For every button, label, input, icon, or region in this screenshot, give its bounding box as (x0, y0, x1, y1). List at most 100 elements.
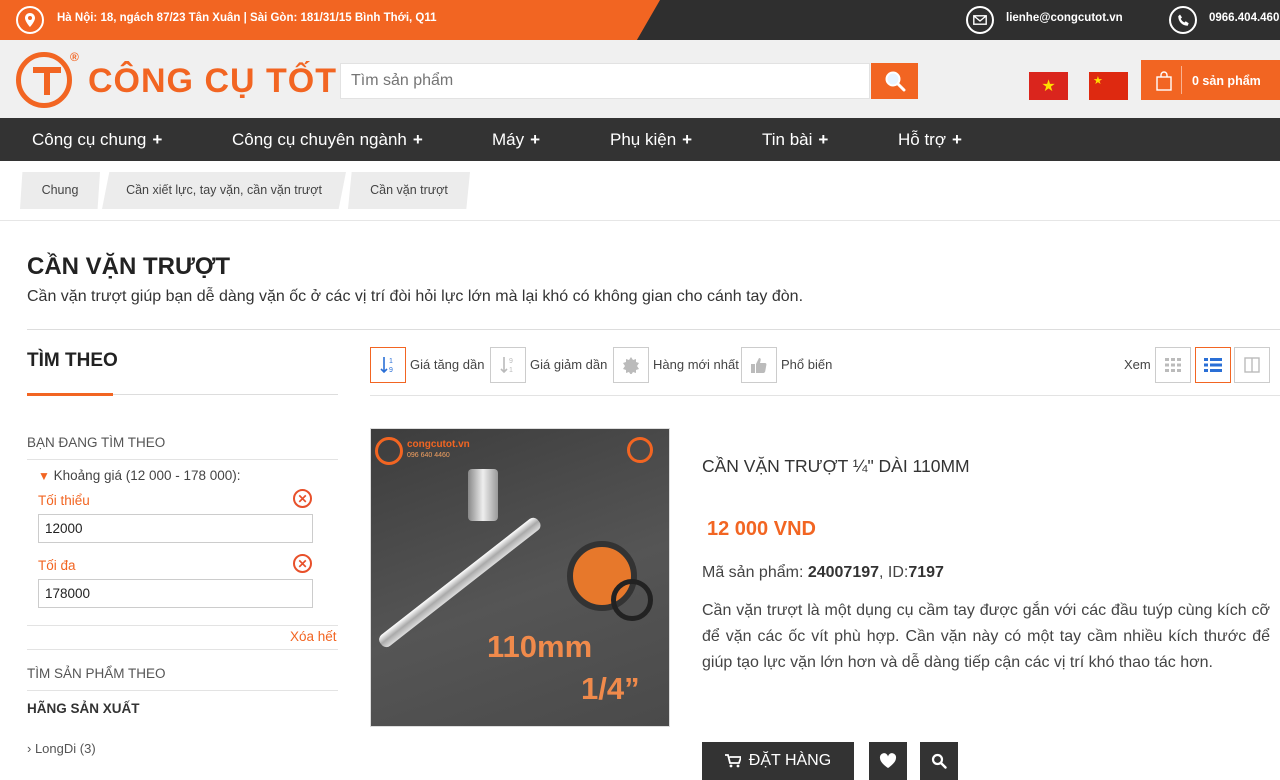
breadcrumb-item[interactable]: Cần vặn trượt (348, 172, 470, 209)
search-input[interactable] (340, 63, 870, 99)
divider (27, 649, 338, 650)
email-link[interactable]: lienhe@congcutot.vn (1006, 12, 1123, 24)
product-image[interactable]: congcutot.vn 096 640 4460 110mm 1/4” (370, 428, 670, 727)
divider (27, 329, 1280, 330)
order-button[interactable]: ĐẶT HÀNG (702, 742, 854, 780)
max-price-input[interactable] (38, 579, 313, 608)
clear-all-link[interactable]: Xóa hết (290, 629, 337, 644)
cart-count: 0 sản phẩm (1192, 74, 1261, 88)
price-filter-text: Khoảng giá (12 000 - 178 000): (53, 468, 241, 483)
location-icon (16, 6, 44, 34)
brand-heading: HÃNG SẢN XUẤT (27, 701, 140, 716)
header: ® CÔNG CỤ TỐT ★ ★ 0 sản phẩm (0, 40, 1280, 118)
nav-item-label: Công cụ chung (32, 130, 147, 149)
nav-item-phu-kien[interactable]: Phụ kiện + (610, 130, 692, 150)
sort-asc-button[interactable]: 19 (370, 347, 406, 383)
thumbs-up-icon (751, 358, 767, 373)
heart-icon (879, 753, 897, 768)
watermark-logo-icon (627, 437, 653, 463)
min-price-label: Tối thiểu (38, 493, 90, 508)
view-list-button[interactable] (1195, 347, 1231, 383)
svg-text:9: 9 (389, 367, 393, 374)
plus-icon: + (682, 130, 693, 149)
image-length-text: 110mm (487, 629, 593, 664)
nav-item-label: Tin bài (762, 130, 813, 149)
logo-icon[interactable] (16, 52, 72, 108)
nav-item-tin-bai[interactable]: Tin bài + (762, 130, 828, 150)
chinese-flag-icon[interactable]: ★ (1089, 72, 1128, 100)
product-code: Mã sản phẩm: 24007197, ID:7197 (702, 564, 944, 582)
shopping-bag-icon (1150, 68, 1178, 94)
logo-text[interactable]: CÔNG CỤ TỐT (88, 62, 337, 101)
product-description: Cần vặn trượt là một dụng cụ cầm tay đượ… (702, 602, 1270, 671)
product-name[interactable]: CẦN VẶN TRƯỢT ¼" DÀI 110MM (702, 456, 970, 477)
product-price: 12 000 VND (707, 518, 816, 540)
phone-link[interactable]: 0966.404.460 (1209, 12, 1279, 24)
divider-accent (27, 393, 113, 396)
sort-asc-icon: 19 (380, 357, 393, 374)
keyring-shape (611, 579, 653, 621)
plus-icon: + (818, 130, 829, 149)
new-badge-icon (623, 357, 639, 374)
image-site-text: congcutot.vn (407, 439, 470, 450)
grid-view-icon (1165, 358, 1181, 372)
nav-item-cong-cu-chung[interactable]: Công cụ chung + (32, 130, 162, 150)
search-button[interactable] (871, 63, 918, 99)
nav-item-label: Hỗ trợ (898, 130, 946, 149)
find-by-heading: TÌM SẢN PHẨM THEO (27, 666, 166, 681)
nav-item-label: Phụ kiện (610, 130, 677, 149)
sort-newest-label[interactable]: Hàng mới nhất (653, 357, 739, 372)
search-icon (885, 71, 905, 92)
sidebar-title: TÌM THEO (27, 350, 118, 371)
filter-icon: ▼ (38, 469, 50, 483)
nav-item-cong-cu-chuyen-nganh[interactable]: Công cụ chuyên ngành + (232, 130, 423, 150)
image-size-text: 1/4” (581, 671, 640, 706)
sort-newest-button[interactable] (613, 347, 649, 383)
breadcrumb-item[interactable]: Cần xiết lực, tay vặn, cần vặn trượt (102, 172, 346, 209)
svg-text:1: 1 (509, 367, 513, 374)
sort-popular-label[interactable]: Phổ biến (781, 357, 832, 372)
svg-text:9: 9 (509, 358, 513, 365)
mail-icon (966, 6, 994, 34)
image-hotline-text: 096 640 4460 (407, 452, 450, 459)
current-filters-heading: BẠN ĐANG TÌM THEO (27, 435, 166, 450)
watermark-logo-icon (375, 437, 403, 465)
page-title: CẦN VẶN TRƯỢT (27, 253, 231, 280)
store-address: Hà Nội: 18, ngách 87/23 Tân Xuân | Sài G… (57, 12, 437, 24)
wishlist-button[interactable] (869, 742, 907, 780)
divider (370, 395, 1280, 396)
nav-item-ho-tro[interactable]: Hỗ trợ + (898, 130, 962, 150)
plus-icon: + (952, 130, 962, 149)
svg-text:1: 1 (389, 358, 393, 365)
cart-button[interactable]: 0 sản phẩm (1141, 60, 1280, 100)
divider (27, 459, 338, 460)
min-price-input[interactable] (38, 514, 313, 543)
cart-icon (724, 754, 741, 768)
brand-filter-item[interactable]: › LongDi (3) (27, 741, 96, 756)
product-id-label: , ID: (879, 564, 909, 581)
breadcrumb-item[interactable]: Chung (20, 172, 100, 209)
plus-icon: + (152, 130, 163, 149)
plus-icon: + (412, 130, 423, 149)
nav-item-may[interactable]: Máy + (492, 130, 540, 150)
nav-item-label: Máy (492, 130, 525, 149)
sort-desc-label[interactable]: Giá giảm dần (530, 357, 607, 372)
plus-icon: + (530, 130, 541, 149)
product-code-label: Mã sản phẩm: (702, 564, 808, 581)
order-button-label: ĐẶT HÀNG (748, 752, 832, 769)
view-label: Xem (1124, 357, 1151, 372)
view-column-button[interactable] (1234, 347, 1270, 383)
list-view-icon (1204, 358, 1222, 372)
logo-registered-mark: ® (70, 50, 79, 64)
sort-desc-icon: 91 (500, 357, 513, 374)
sort-popular-button[interactable] (741, 347, 777, 383)
clear-max-icon[interactable]: ✕ (293, 554, 312, 573)
vietnamese-flag-icon[interactable]: ★ (1029, 72, 1068, 100)
view-grid-button[interactable] (1155, 347, 1191, 383)
sort-asc-label[interactable]: Giá tăng dần (410, 357, 484, 372)
sort-desc-button[interactable]: 91 (490, 347, 526, 383)
chevron-right-icon: › (27, 741, 35, 756)
clear-min-icon[interactable]: ✕ (293, 489, 312, 508)
main-nav: Công cụ chung + Công cụ chuyên ngành + Máy… (0, 118, 1280, 161)
quick-view-button[interactable] (920, 742, 958, 780)
